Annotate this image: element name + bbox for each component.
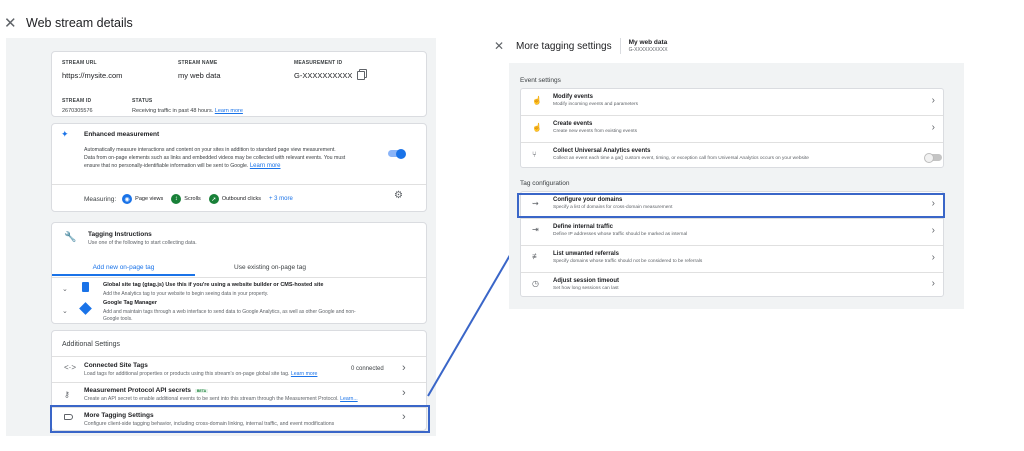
row-title: List unwanted referrals	[553, 251, 620, 257]
row-title: Adjust session timeout	[553, 278, 620, 284]
stream-info: My web data G-XXXXXXXXXX	[629, 39, 668, 53]
row-desc: Modify incoming events and parameters	[553, 101, 639, 107]
row-desc: Define IP addresses whose traffic should…	[553, 231, 688, 237]
adjust-session-timeout-row[interactable]: ◷ Adjust session timeout Set how long se…	[521, 273, 943, 298]
row-title: Define internal traffic	[553, 224, 614, 230]
modify-events-row[interactable]: ☝ Modify events Modify incoming events a…	[521, 89, 943, 115]
row-title: Modify events	[553, 94, 594, 100]
event-settings-label: Event settings	[520, 77, 561, 84]
close-icon[interactable]: ✕	[494, 39, 516, 53]
chevron-right-icon[interactable]: ›	[932, 95, 935, 106]
fork-icon: ⑂	[532, 150, 537, 159]
list-unwanted-referrals-row[interactable]: ≢ List unwanted referrals Specify domain…	[521, 246, 943, 272]
chevron-right-icon[interactable]: ›	[932, 225, 935, 236]
touch-icon: ☝	[532, 96, 542, 105]
right-header: ✕ More tagging settings My web data G-XX…	[494, 34, 668, 58]
configure-domains-highlight	[517, 193, 945, 218]
chevron-right-icon[interactable]: ›	[932, 278, 935, 289]
define-internal-traffic-row[interactable]: ⇥ Define internal traffic Define IP addr…	[521, 219, 943, 245]
stream-id: G-XXXXXXXXXX	[628, 47, 668, 53]
tag-configuration-label: Tag configuration	[520, 180, 570, 187]
stream-name: My web data	[628, 39, 668, 46]
chevron-right-icon[interactable]: ›	[932, 252, 935, 263]
chevron-right-icon[interactable]: ›	[932, 122, 935, 133]
more-tagging-title: More tagging settings	[516, 40, 612, 52]
clock-icon: ◷	[532, 279, 539, 288]
toggle-knob	[924, 152, 934, 163]
collect-ua-events-row: ⑂ Collect Universal Analytics events Col…	[521, 143, 943, 169]
enter-icon: ⇥	[532, 225, 539, 234]
more-tagging-panel: Event settings ☝ Modify events Modify in…	[509, 63, 964, 309]
row-desc: Create new events from existing events	[553, 128, 637, 134]
row-desc: Set how long sessions can last	[553, 285, 619, 291]
touch-icon: ☝	[532, 123, 542, 132]
collect-ua-toggle[interactable]	[924, 152, 942, 163]
create-events-row[interactable]: ☝ Create events Create new events from e…	[521, 116, 943, 142]
row-desc: Specify domains whose traffic should not…	[553, 258, 703, 264]
row-title: Create events	[553, 121, 593, 127]
header-separator	[619, 38, 621, 54]
filter-icon: ≢	[532, 252, 540, 261]
row-title: Collect Universal Analytics events	[553, 148, 651, 154]
row-desc: Collect an event each time a ga() custom…	[553, 155, 809, 161]
event-settings-card: ☝ Modify events Modify incoming events a…	[520, 88, 944, 168]
